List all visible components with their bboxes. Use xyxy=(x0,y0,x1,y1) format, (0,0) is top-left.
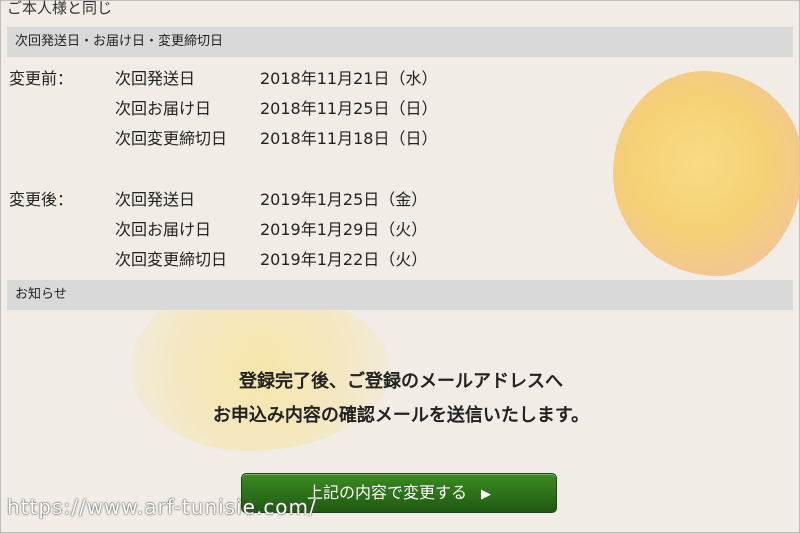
next-ship-date-label: 次回発送日 xyxy=(115,190,196,209)
next-delivery-date-label: 次回お届け日 xyxy=(115,99,212,118)
next-change-deadline-before: 2018年11月18日（日） xyxy=(260,129,438,148)
next-change-deadline-after: 2019年1月22日（火） xyxy=(260,250,428,269)
same-as-customer-label: ご本人様と同じ xyxy=(7,0,113,17)
next-change-deadline-label: 次回変更締切日 xyxy=(115,250,228,269)
submit-change-label: 上記の内容で変更する xyxy=(306,483,467,502)
watermark-url: https://www.arf-tunisie.com/ xyxy=(7,495,317,519)
next-change-deadline-label: 次回変更締切日 xyxy=(115,129,228,148)
next-ship-date-after: 2019年1月25日（金） xyxy=(260,190,428,209)
next-ship-date-label: 次回発送日 xyxy=(115,69,196,88)
schedule-section-header: 次回発送日・お届け日・変更締切日 xyxy=(7,27,793,57)
before-change-label: 変更前： xyxy=(9,69,74,88)
next-delivery-date-before: 2018年11月25日（日） xyxy=(260,99,438,118)
watercolor-blot-decoration xyxy=(613,71,800,276)
play-arrow-icon: ▶ xyxy=(481,487,491,502)
next-delivery-date-label: 次回お届け日 xyxy=(115,220,212,239)
notice-line-1: 登録完了後、ご登録のメールアドレスへ xyxy=(239,371,563,392)
notice-line-2: お申込み内容の確認メールを送信いたします。 xyxy=(212,405,590,426)
next-delivery-date-after: 2019年1月29日（火） xyxy=(260,220,428,239)
next-ship-date-before: 2018年11月21日（水） xyxy=(260,69,438,88)
after-change-label: 変更後： xyxy=(9,190,74,209)
notice-section-header: お知らせ xyxy=(7,280,793,310)
